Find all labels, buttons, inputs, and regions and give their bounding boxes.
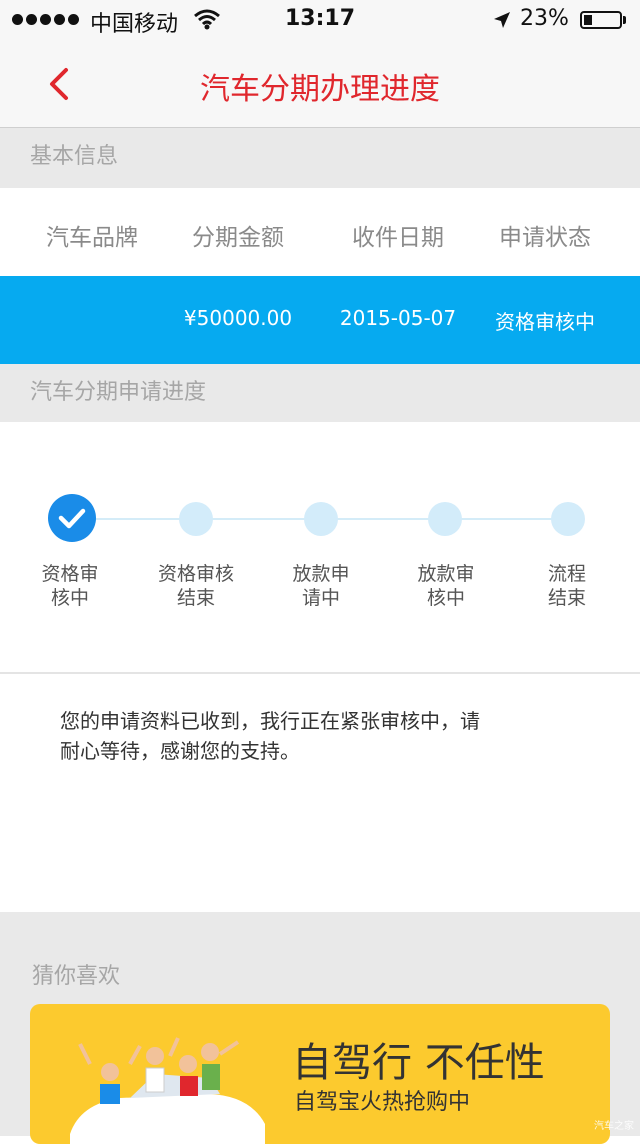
banner-subtitle: 自驾宝火热抢购中 [294,1090,471,1115]
cell-status: 资格审核中 [495,310,595,334]
step-label-line: 流程 [547,563,586,585]
status-message: 您的申请资料已收到，我行正在紧张审核中，请 耐心等待，感谢您的支持。 [60,706,580,766]
basic-info-header: 基本信息 [0,128,640,188]
cell-date: 2015-05-07 [339,306,457,330]
column-date: 收件日期 [352,225,444,251]
step-label-line: 请中 [301,587,340,609]
cell-amount: ¥50000.00 [183,306,293,330]
battery-fill [584,15,592,25]
column-brand: 汽车品牌 [46,225,138,251]
battery-percent: 23% [520,6,569,31]
watermark: 汽车之家 [594,1121,634,1132]
step-label-1: 资格审 核中 [15,562,125,610]
recommend-section: 猜你喜欢 自驾行 不任性 自驾宝火热抢购中 汽车之家 [0,912,640,1144]
location-arrow-icon [494,12,510,28]
progress-stepper: 资格审 核中 资格审核 结束 放款申 请中 放款审 核中 流程 结束 [0,422,640,672]
table-row[interactable]: ¥50000.00 2015-05-07 资格审核中 [0,276,640,364]
step-label-line: 资格审 [41,563,99,585]
page-title: 汽车分期办理进度 [200,72,440,107]
battery-tip [623,16,626,24]
step-label-line: 资格审核 [157,563,234,585]
step-dot-3 [304,502,338,536]
banner-headline: 自驾行 不任性 [292,1040,545,1086]
step-label-line: 放款申 [292,563,350,585]
step-dot-5 [551,502,585,536]
battery-icon [580,11,622,29]
step-dot-4 [428,502,462,536]
recommend-title: 猜你喜欢 [32,964,121,989]
step-label-line: 放款审 [417,563,475,585]
step-label-2: 资格审核 结束 [141,562,251,610]
message-line: 您的申请资料已收到，我行正在紧张审核中，请 [60,709,480,733]
column-amount: 分期金额 [192,225,284,251]
progress-header: 汽车分期申请进度 [0,364,640,422]
column-status: 申请状态 [499,225,591,251]
nav-bar: 汽车分期办理进度 [0,40,640,128]
promo-banner[interactable]: 自驾行 不任性 自驾宝火热抢购中 [30,1004,610,1144]
check-icon [58,508,86,529]
car-people-illustration [70,1037,265,1144]
step-label-4: 放款审 核中 [391,562,501,610]
step-label-5: 流程 结束 [512,562,622,610]
step-label-line: 结束 [176,587,215,609]
divider [0,672,640,674]
step-label-line: 核中 [50,587,89,609]
step-label-3: 放款申 请中 [266,562,376,610]
status-bar: 中国移动 13:17 23% [0,0,640,40]
step-label-line: 核中 [426,587,465,609]
step-label-line: 结束 [547,587,586,609]
info-table-header: 汽车品牌 分期金额 收件日期 申请状态 [0,188,640,276]
step-dot-1 [48,494,96,542]
message-line: 耐心等待，感谢您的支持。 [60,739,300,763]
step-dot-2 [179,502,213,536]
